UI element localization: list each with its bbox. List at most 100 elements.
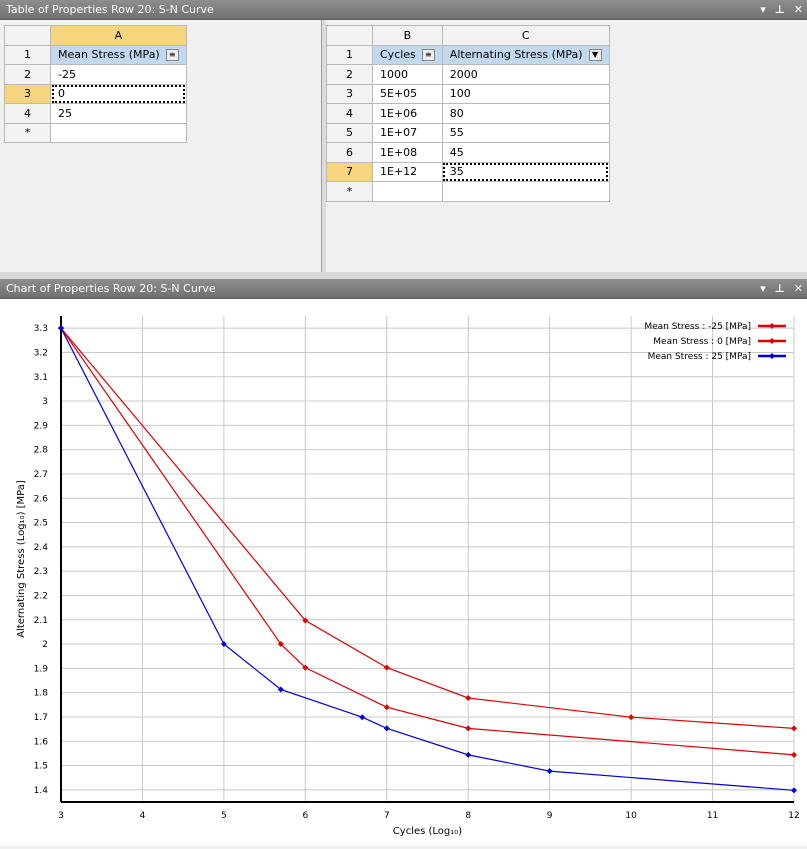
y-tick-label: 3.2 bbox=[34, 348, 48, 358]
row-header[interactable]: 3 bbox=[4, 83, 51, 104]
table-pane-title: Table of Properties Row 20: S-N Curve bbox=[6, 3, 214, 16]
column-header-a[interactable]: A bbox=[50, 25, 187, 46]
table-pane-title-bar: Table of Properties Row 20: S-N Curve ▾ … bbox=[0, 0, 807, 20]
data-point bbox=[383, 664, 390, 671]
row-header[interactable]: 3 bbox=[326, 83, 373, 104]
table-cell[interactable]: 1E+06 bbox=[372, 103, 443, 124]
row-header[interactable]: 7 bbox=[326, 161, 373, 182]
table-row: 7 1E+12 35 bbox=[326, 161, 610, 182]
sn-curve-chart: 3 4 5 6 7 8 9 10 11 12 1.4 1.5 1.6 1.7 1.8 1.9 2 2.1 2.2 2.… bbox=[16, 316, 800, 837]
data-point bbox=[465, 751, 472, 758]
close-icon[interactable]: ✕ bbox=[794, 0, 803, 20]
table-row: 3 5E+05 100 bbox=[326, 83, 610, 104]
row-header[interactable]: 4 bbox=[4, 103, 51, 124]
row-header[interactable]: 1 bbox=[326, 44, 373, 65]
sn-table-pane: B C 1 Cycles ≡ Alternating Stress (MPa) ▼ … bbox=[326, 20, 807, 272]
table-row: 2 1000 2000 bbox=[326, 64, 610, 85]
table-cell[interactable]: 80 bbox=[441, 103, 610, 124]
x-tick-label: 5 bbox=[221, 811, 227, 821]
table-cell-selected[interactable]: 0 bbox=[50, 83, 187, 104]
table-cell[interactable] bbox=[441, 181, 610, 202]
column-name-cell[interactable]: Cycles ≡ bbox=[372, 44, 443, 65]
pin-icon[interactable]: ⊥ bbox=[775, 279, 785, 299]
data-point bbox=[383, 725, 390, 732]
data-point bbox=[628, 714, 635, 721]
dropdown-icon[interactable]: ▾ bbox=[760, 279, 766, 299]
y-tick-label: 3.3 bbox=[34, 324, 48, 334]
row-header[interactable]: 4 bbox=[326, 103, 373, 124]
table-cell[interactable]: 25 bbox=[50, 103, 187, 124]
x-axis-label: Cycles (Log₁₀) bbox=[393, 826, 462, 837]
column-header-b[interactable]: B bbox=[372, 25, 443, 46]
row-header[interactable]: 1 bbox=[4, 44, 51, 65]
data-point bbox=[465, 694, 472, 701]
y-tick-label: 1.6 bbox=[34, 737, 49, 747]
data-point bbox=[465, 725, 472, 732]
table-cell-selected[interactable]: 35 bbox=[441, 161, 610, 182]
pin-icon[interactable]: ⊥ bbox=[775, 0, 785, 20]
sort-icon[interactable]: ≡ bbox=[421, 49, 435, 62]
chart-pane: 3 4 5 6 7 8 9 10 11 12 1.4 1.5 1.6 1.7 1.8 1.9 2 2.1 2.2 2.… bbox=[0, 299, 807, 846]
x-tick-label: 7 bbox=[384, 811, 390, 821]
table-row: 5 1E+07 55 bbox=[326, 122, 610, 143]
x-tick-label: 8 bbox=[465, 811, 471, 821]
y-axis-label: Alternating Stress (Log₁₀) [MPa] bbox=[16, 480, 27, 638]
column-name-cell[interactable]: Alternating Stress (MPa) ▼ bbox=[441, 44, 610, 65]
row-header[interactable]: 2 bbox=[4, 64, 51, 85]
table-cell[interactable] bbox=[50, 122, 187, 143]
table-cell[interactable]: 1E+07 bbox=[372, 122, 443, 143]
y-tick-label: 2.4 bbox=[34, 543, 49, 553]
chart-pane-title-bar: Chart of Properties Row 20: S-N Curve ▾ … bbox=[0, 279, 807, 299]
table-cell[interactable] bbox=[372, 181, 443, 202]
table-cell[interactable]: 45 bbox=[441, 142, 610, 163]
x-tick-label: 4 bbox=[140, 811, 146, 821]
row-header[interactable]: 6 bbox=[326, 142, 373, 163]
row-header[interactable]: 2 bbox=[326, 64, 373, 85]
column-name-text: Mean Stress (MPa) bbox=[58, 48, 160, 62]
column-name-text: Alternating Stress (MPa) bbox=[449, 48, 583, 62]
table-cell[interactable]: 2000 bbox=[441, 64, 610, 85]
y-tick-label: 2.8 bbox=[34, 446, 49, 456]
y-tick-label: 2.3 bbox=[34, 567, 48, 577]
chart-pane-title: Chart of Properties Row 20: S-N Curve bbox=[6, 282, 216, 295]
table-row: 6 1E+08 45 bbox=[326, 142, 610, 163]
table-row: 1 Mean Stress (MPa) ≡ bbox=[4, 44, 187, 65]
data-point bbox=[791, 751, 797, 758]
row-header[interactable]: 5 bbox=[326, 122, 373, 143]
x-tick-label: 6 bbox=[302, 811, 308, 821]
sort-icon[interactable]: ≡ bbox=[165, 49, 179, 62]
corner-cell bbox=[326, 25, 373, 46]
table-cell[interactable]: 55 bbox=[441, 122, 610, 143]
table-row-new: * bbox=[4, 122, 187, 143]
dropdown-arrow-icon[interactable]: ▼ bbox=[588, 49, 602, 62]
new-row-header[interactable]: * bbox=[326, 181, 373, 202]
dropdown-icon[interactable]: ▾ bbox=[760, 0, 766, 20]
table-cell[interactable]: 1E+12 bbox=[372, 161, 443, 182]
column-name-text: Cycles bbox=[380, 48, 416, 62]
table-cell[interactable]: 1E+08 bbox=[372, 142, 443, 163]
new-row-header[interactable]: * bbox=[4, 122, 51, 143]
table-cell[interactable]: 1000 bbox=[372, 64, 443, 85]
data-point bbox=[546, 768, 553, 775]
column-header-c[interactable]: C bbox=[441, 25, 610, 46]
y-tick-label: 2.9 bbox=[34, 421, 49, 431]
pane-splitter[interactable] bbox=[0, 272, 807, 279]
table-row-new: * bbox=[326, 181, 610, 202]
table-cell[interactable]: 100 bbox=[441, 83, 610, 104]
legend-label: Mean Stress : 0 [MPa] bbox=[653, 337, 751, 347]
legend-label: Mean Stress : 25 [MPa] bbox=[648, 352, 751, 362]
x-tick-label: 12 bbox=[788, 811, 799, 821]
table-cell[interactable]: 5E+05 bbox=[372, 83, 443, 104]
y-tick-label: 1.7 bbox=[34, 713, 48, 723]
sn-table: B C 1 Cycles ≡ Alternating Stress (MPa) ▼ … bbox=[326, 25, 610, 202]
column-name-cell[interactable]: Mean Stress (MPa) ≡ bbox=[50, 44, 187, 65]
legend-marker bbox=[769, 353, 775, 359]
legend-label: Mean Stress : -25 [MPa] bbox=[644, 322, 751, 332]
data-point bbox=[383, 704, 390, 711]
y-tick-label: 1.8 bbox=[34, 689, 49, 699]
data-point bbox=[791, 787, 797, 794]
table-cell[interactable]: -25 bbox=[50, 64, 187, 85]
y-tick-label: 2.7 bbox=[34, 470, 48, 480]
close-icon[interactable]: ✕ bbox=[794, 279, 803, 299]
table-row: 4 1E+06 80 bbox=[326, 103, 610, 124]
